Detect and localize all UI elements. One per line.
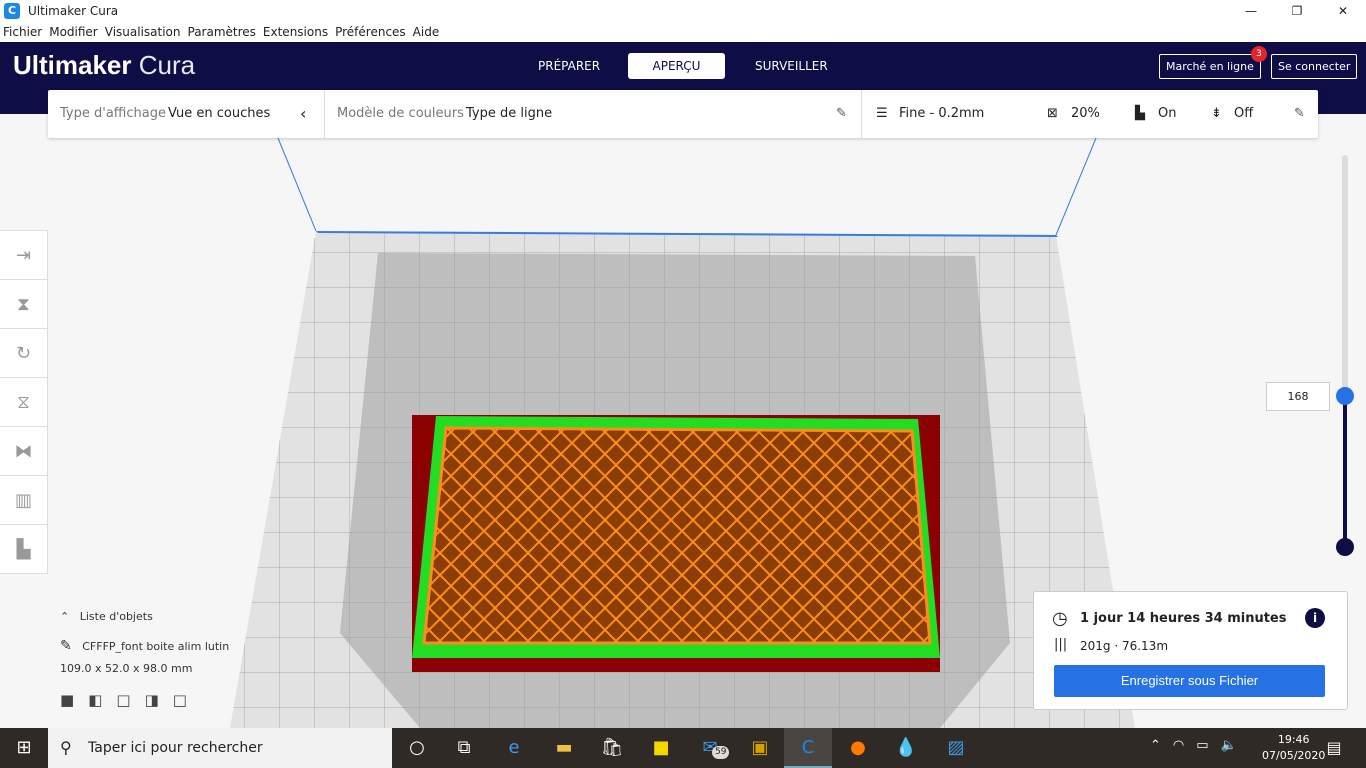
object-name[interactable]: CFFFP_font boite alim lutin: [82, 640, 229, 653]
view-type-label: Type d'affichage: [60, 106, 166, 121]
object-list: ⌃ Liste d'objets ✎ CFFFP_font boite alim…: [60, 610, 229, 709]
chevron-up-icon[interactable]: ⌃: [60, 610, 69, 623]
cura-taskbar-icon[interactable]: C: [784, 728, 832, 768]
clock-icon: ◷: [1052, 608, 1068, 629]
layer-tool-icon[interactable]: ▙: [0, 525, 47, 574]
notification-badge: 3: [1251, 46, 1267, 62]
build-volume-edge: [1055, 137, 1097, 236]
mirror-tool-icon[interactable]: ⧖: [0, 378, 47, 427]
view-3d-icon[interactable]: ■: [60, 691, 88, 709]
pencil-icon[interactable]: ✎: [1294, 90, 1305, 138]
view-type-dropdown[interactable]: Vue en couches: [168, 90, 270, 138]
paint-icon[interactable]: 💧: [882, 728, 930, 768]
adhesion-icon: ⇟: [1211, 106, 1222, 121]
taskbar-search[interactable]: ⚲ Taper ici pour rechercher: [48, 728, 392, 768]
support-icon: ▙: [1135, 106, 1145, 121]
menu-preferences[interactable]: Préférences: [335, 25, 406, 39]
mail-icon[interactable]: ✉ 59: [686, 728, 734, 768]
close-button[interactable]: ✕: [1320, 0, 1366, 22]
support-blocker-icon[interactable]: ▥: [0, 476, 47, 525]
rotate-tool-icon[interactable]: ↻: [0, 329, 47, 378]
layer-slider-top-handle[interactable]: [1336, 387, 1354, 405]
windows-taskbar: ⊞ ⚲ Taper ici pour rechercher ○ ⧉ e ▬ 🛍 ■…: [0, 728, 1366, 768]
store-icon[interactable]: 🛍: [588, 728, 636, 768]
menu-aide[interactable]: Aide: [413, 25, 440, 39]
menu-fichier[interactable]: Fichier: [3, 25, 42, 39]
infill-value[interactable]: 20%: [1071, 90, 1100, 138]
menu-bar: Fichier Modifier Visualisation Paramètre…: [0, 22, 1366, 42]
view-toolbar: Type d'affichage Vue en couches ‹ Modèle…: [48, 90, 1318, 138]
profile-value[interactable]: Fine - 0.2mm: [899, 90, 984, 138]
photos-icon[interactable]: ▨: [932, 728, 980, 768]
search-icon: ⚲: [60, 738, 72, 757]
color-model-dropdown[interactable]: Type de ligne: [466, 90, 552, 138]
color-model-label: Modèle de couleurs: [337, 106, 464, 121]
material-usage: 201g · 76.13m: [1080, 639, 1169, 653]
infill-icon: ⊠: [1047, 106, 1058, 121]
save-to-file-button[interactable]: Enregistrer sous Fichier: [1054, 665, 1325, 697]
cura-logo-icon: C: [4, 3, 20, 19]
per-model-settings-icon[interactable]: ⧓: [0, 427, 47, 476]
object-list-toggle[interactable]: Liste d'objets: [80, 610, 153, 623]
filament-icon: |||: [1054, 637, 1068, 652]
action-center-icon[interactable]: ▤: [1310, 728, 1358, 768]
tab-preparer[interactable]: PRÉPARER: [524, 53, 614, 79]
pencil-icon[interactable]: ✎: [60, 638, 72, 654]
print-estimate-panel: ◷ 1 jour 14 heures 34 minutes i ||| 201g…: [1033, 591, 1348, 710]
pencil-icon[interactable]: ✎: [836, 90, 847, 138]
tab-surveiller[interactable]: SURVEILLER: [741, 53, 842, 79]
model-infill: [422, 426, 932, 645]
menu-parametres[interactable]: Paramètres: [188, 25, 256, 39]
view-left-icon[interactable]: ◨: [145, 691, 173, 709]
minimize-button[interactable]: —: [1228, 0, 1274, 22]
support-value[interactable]: On: [1158, 90, 1176, 138]
login-button[interactable]: Se connecter: [1271, 54, 1358, 79]
profile-icon: ☰: [876, 106, 888, 121]
task-view-icon[interactable]: ⧉: [440, 728, 488, 768]
layer-number-input[interactable]: 168: [1266, 382, 1330, 411]
move-tool-icon[interactable]: ⇥: [0, 231, 47, 280]
cortana-icon[interactable]: ○: [393, 728, 441, 768]
menu-extensions[interactable]: Extensions: [263, 25, 328, 39]
view-front-icon[interactable]: ◧: [88, 691, 116, 709]
build-volume-edge: [277, 137, 317, 232]
view-top-icon[interactable]: □: [116, 691, 144, 709]
app-icon[interactable]: ▣: [736, 728, 784, 768]
layer-slider-rail: [1342, 155, 1348, 395]
edge-icon[interactable]: e: [490, 728, 538, 768]
maximize-button[interactable]: ❐: [1274, 0, 1320, 22]
print-time: 1 jour 14 heures 34 minutes: [1080, 611, 1287, 626]
system-tray[interactable]: ⌃◠▭🔈: [1150, 738, 1249, 753]
view-right-icon[interactable]: □: [173, 691, 201, 709]
object-dimensions: 109.0 x 52.0 x 98.0 mm: [60, 662, 193, 675]
marketplace-button[interactable]: Marché en ligne: [1159, 54, 1261, 79]
file-explorer-icon[interactable]: ▬: [540, 728, 588, 768]
adhesion-value[interactable]: Off: [1234, 90, 1253, 138]
firefox-icon[interactable]: ●: [834, 728, 882, 768]
menu-visualisation[interactable]: Visualisation: [105, 25, 181, 39]
menu-modifier[interactable]: Modifier: [49, 25, 98, 39]
windows-start-icon[interactable]: ⊞: [0, 728, 48, 768]
brand-logo: Ultimaker Cura: [13, 50, 196, 80]
window-title: Ultimaker Cura: [28, 4, 119, 18]
layer-slider-track[interactable]: [1343, 396, 1347, 547]
tool-panel: ⇥ ⧗ ↻ ⧖ ⧓ ▥ ▙: [0, 230, 48, 574]
chevron-left-icon[interactable]: ‹: [300, 90, 306, 138]
sticky-notes-icon[interactable]: ■: [637, 728, 685, 768]
layer-slider-bottom-handle[interactable]: [1336, 538, 1354, 556]
mail-badge: 59: [712, 746, 730, 759]
tab-apercu[interactable]: APERÇU: [628, 53, 725, 79]
scale-tool-icon[interactable]: ⧗: [0, 280, 47, 329]
title-bar: C Ultimaker Cura — ❐ ✕: [0, 0, 1366, 22]
info-icon[interactable]: i: [1305, 608, 1325, 628]
